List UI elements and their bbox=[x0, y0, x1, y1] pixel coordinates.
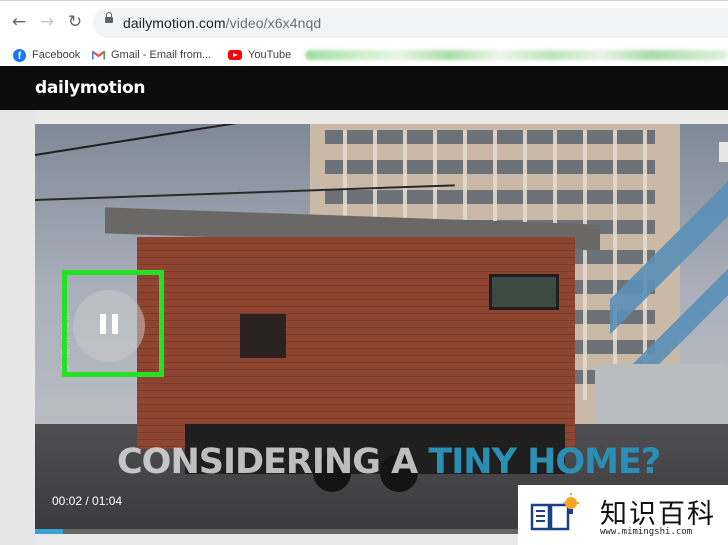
bookmark-label: YouTube bbox=[248, 49, 292, 61]
caption-part1: CONSIDERING A bbox=[117, 442, 429, 482]
video-player[interactable]: CHEAPISM CONSIDERING A TINY HOME? 00:02 … bbox=[35, 124, 728, 534]
video-frame-tiny-house bbox=[137, 237, 575, 449]
youtube-icon bbox=[228, 50, 242, 60]
blurred-bookmarks bbox=[305, 50, 728, 60]
bookmarks-bar: f Facebook Gmail - Email from... YouTube bbox=[0, 44, 728, 67]
brand-url: www.mimingshi.com bbox=[600, 527, 693, 537]
page-background bbox=[0, 110, 35, 545]
time-display: 00:02 / 01:04 bbox=[52, 494, 123, 508]
dailymotion-logo[interactable]: dailymotion bbox=[35, 78, 146, 98]
bookmark-gmail[interactable]: Gmail - Email from... bbox=[91, 46, 212, 64]
reload-icon[interactable]: ↻ bbox=[64, 11, 86, 33]
url-text[interactable]: dailymotion.com/video/x6x4nqd bbox=[123, 15, 321, 31]
lock-icon[interactable] bbox=[105, 12, 113, 23]
forward-arrow-icon[interactable]: → bbox=[36, 11, 58, 33]
browser-toolbar: ← → ↻ dailymotion.com/video/x6x4nqd bbox=[0, 0, 728, 44]
book-lightbulb-icon bbox=[530, 493, 580, 537]
site-header: dailymotion bbox=[0, 66, 728, 110]
bookmark-label: Gmail - Email from... bbox=[111, 49, 212, 61]
bookmark-facebook[interactable]: f Facebook bbox=[13, 46, 80, 64]
bookmark-youtube[interactable]: YouTube bbox=[228, 46, 291, 64]
progress-fill bbox=[35, 529, 63, 534]
facebook-icon: f bbox=[13, 48, 26, 62]
back-arrow-icon[interactable]: ← bbox=[8, 11, 30, 33]
video-frame-house-window bbox=[489, 274, 559, 310]
player-corner-control[interactable] bbox=[719, 142, 728, 162]
caption-part2: TINY HOME? bbox=[428, 442, 661, 482]
video-caption: CONSIDERING A TINY HOME? bbox=[117, 442, 661, 482]
url-path: /video/x6x4nqd bbox=[225, 15, 322, 31]
bookmark-label: Facebook bbox=[32, 49, 81, 61]
brand-name: 知识百科 bbox=[600, 499, 716, 530]
brand-watermark: 知识百科 www.mimingshi.com bbox=[518, 485, 728, 545]
url-host: dailymotion.com bbox=[123, 15, 226, 31]
gmail-icon bbox=[91, 50, 106, 60]
address-bar[interactable]: dailymotion.com/video/x6x4nqd bbox=[93, 8, 728, 38]
video-frame-house-window bbox=[240, 314, 286, 358]
highlight-box bbox=[62, 270, 164, 377]
